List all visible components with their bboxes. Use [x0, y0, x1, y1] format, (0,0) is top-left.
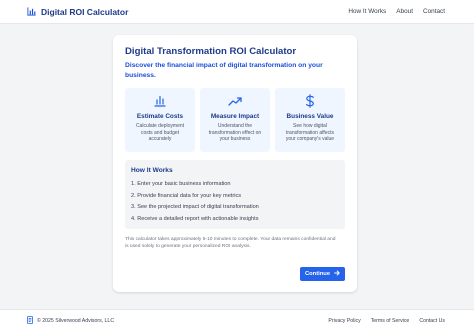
arrow-right-icon	[334, 270, 340, 278]
brand[interactable]: Digital ROI Calculator	[27, 3, 128, 21]
footer-link-terms[interactable]: Terms of Service	[371, 318, 410, 324]
app-footer: © 2025 Silverwood Advisors, LLC Privacy …	[0, 309, 474, 331]
dollar-icon	[305, 94, 315, 108]
calculator-card: Digital Transformation ROI Calculator Di…	[113, 35, 357, 292]
feature-desc: Calculate deployment costs and budget ac…	[135, 123, 185, 143]
footer-link-contact[interactable]: Contact Us	[419, 318, 445, 324]
step-item: 4. Receive a detailed report with action…	[131, 215, 259, 222]
footer-nav: Privacy Policy Terms of Service Contact …	[328, 318, 445, 324]
feature-title: Measure Impact	[210, 113, 260, 120]
feature-list: Estimate Costs Calculate deployment cost…	[125, 88, 345, 152]
feature-desc: See how digital transformation affects y…	[285, 123, 335, 143]
step-item: 1. Enter your basic business information	[131, 181, 231, 187]
feature-title: Estimate Costs	[136, 113, 184, 120]
step-item: 3. See the projected impact of digital t…	[131, 204, 259, 211]
nav-contact[interactable]: Contact	[423, 8, 445, 15]
feature-business-value: Business Value See how digital transform…	[275, 88, 345, 152]
feature-desc: Understand the transformation effect on …	[208, 123, 262, 143]
feature-estimate-costs: Estimate Costs Calculate deployment cost…	[125, 88, 195, 152]
continue-label: Continue	[304, 271, 331, 277]
how-it-works-panel: How It Works 1. Enter your basic busines…	[125, 160, 345, 229]
app-title: Digital ROI Calculator	[41, 6, 129, 17]
steps-list: 1. Enter your basic business information…	[131, 179, 339, 225]
nav-about[interactable]: About	[396, 8, 413, 15]
continue-button[interactable]: Continue	[300, 267, 345, 281]
app-header: Digital ROI Calculator How It Works Abou…	[0, 0, 474, 24]
how-it-works-title: How It Works	[131, 167, 173, 174]
trending-up-icon	[228, 94, 242, 108]
disclaimer-text: This calculator takes approximately 5-10…	[125, 237, 336, 249]
main-nav: How It Works About Contact	[348, 8, 445, 15]
page-title: Digital Transformation ROI Calculator	[125, 46, 297, 57]
page-subtitle: Discover the financial impact of digital…	[125, 62, 323, 79]
feature-title: Business Value	[286, 113, 334, 120]
copyright-text: © 2025 Silverwood Advisors, LLC	[37, 317, 115, 324]
nav-how-it-works[interactable]: How It Works	[348, 8, 386, 15]
chart-bar-icon	[27, 3, 36, 21]
footer-link-privacy[interactable]: Privacy Policy	[328, 318, 360, 324]
feature-measure-impact: Measure Impact Understand the transforma…	[200, 88, 270, 152]
footer-brand: © 2025 Silverwood Advisors, LLC	[27, 315, 115, 326]
step-item: 2. Provide financial data for your key m…	[131, 192, 242, 199]
document-icon	[27, 315, 33, 326]
bar-chart-icon	[154, 94, 166, 108]
